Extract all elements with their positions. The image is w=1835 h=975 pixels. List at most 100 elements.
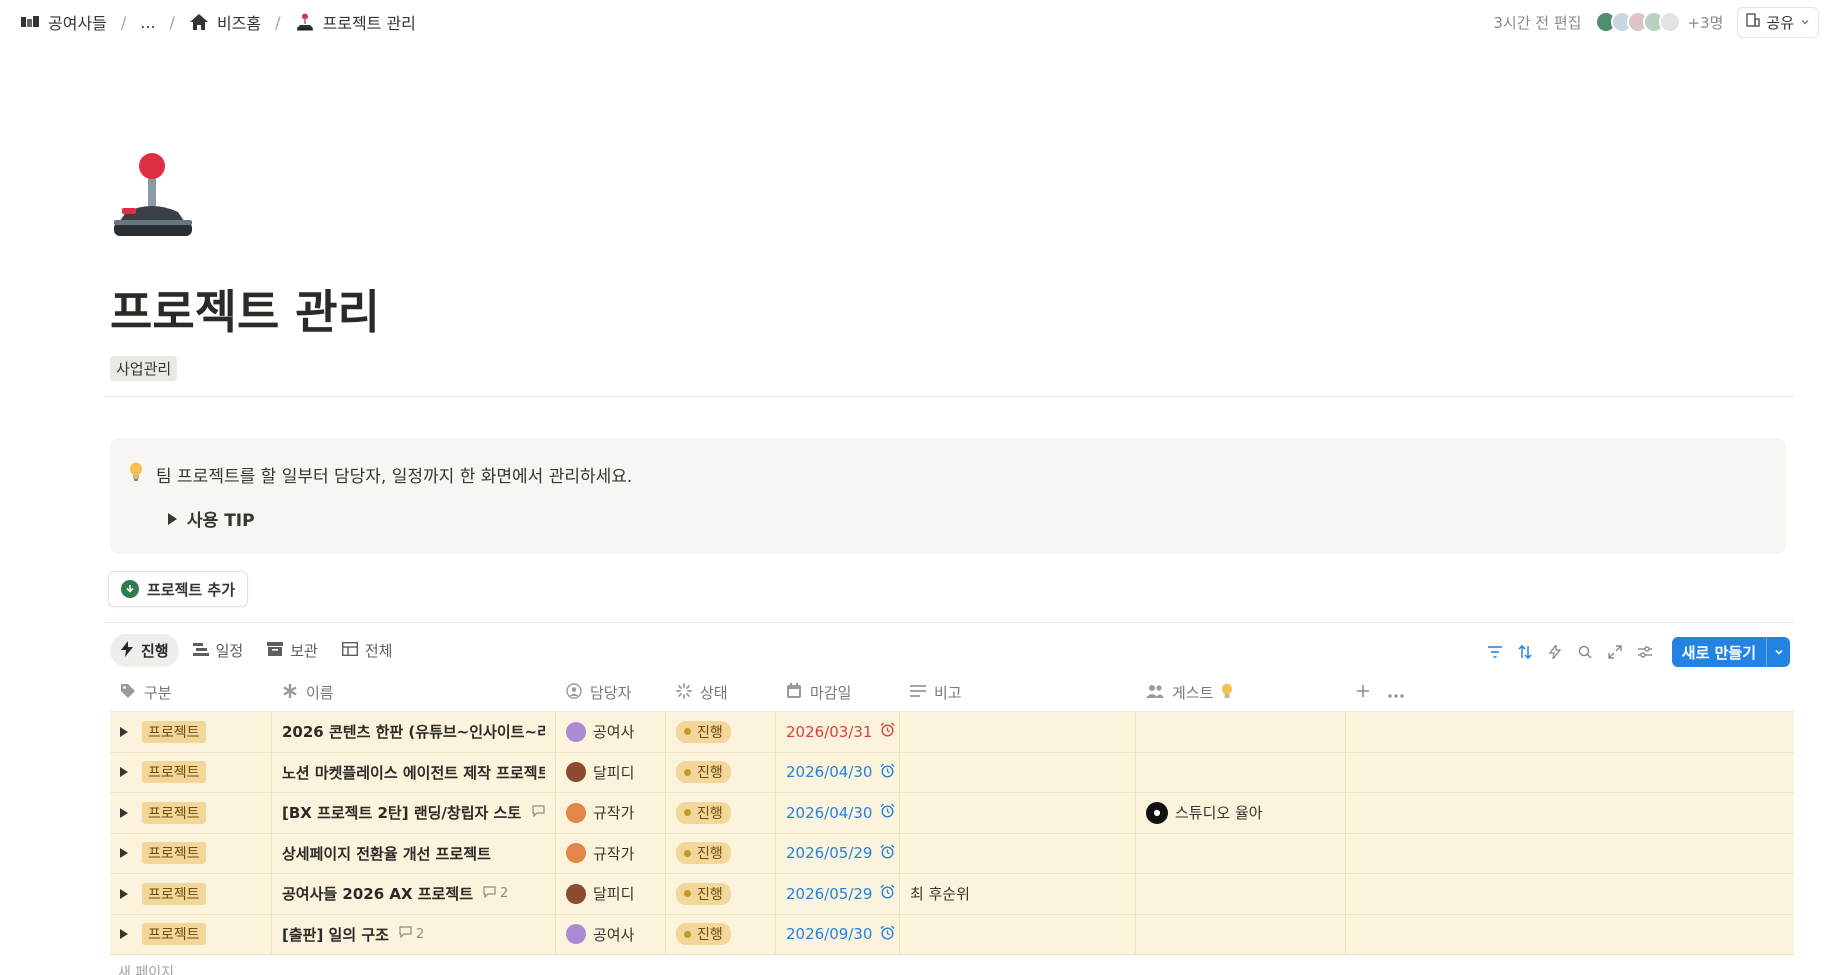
row-toggle-icon[interactable] [120,767,128,778]
cell-owner[interactable]: 공여사 [556,712,666,752]
new-button[interactable]: 새로 만들기 [1671,637,1790,667]
row-toggle-icon[interactable] [120,848,128,859]
page-tag[interactable]: 사업관리 [110,356,178,381]
settings-sliders-icon[interactable] [1636,643,1654,661]
cell-due[interactable]: 2026/05/29 [776,833,900,873]
table-row[interactable]: 프로젝트 [출판] 일의 구조 2 공여사 진행 2026/09/30 [110,914,1794,955]
cell-owner[interactable]: 달피디 [556,874,666,914]
breadcrumb-bizhome[interactable]: 비즈홈 [185,8,265,36]
cell-type[interactable]: 프로젝트 [110,914,272,954]
comment-button[interactable] [532,805,545,821]
row-toggle-icon[interactable] [120,726,128,737]
project-name[interactable]: [BX 프로젝트 2탄] 랜딩/창립자 스토리 [282,802,522,823]
more-horizontal-icon[interactable] [1388,684,1404,702]
column-header-owner[interactable]: 담당자 [556,674,666,712]
cell-due[interactable]: 2026/04/30 [776,752,900,792]
collaborator-avatars[interactable]: +3명 [1595,11,1723,33]
filter-icon[interactable] [1486,643,1504,661]
column-header-guest[interactable]: 게스트 [1136,674,1346,712]
cell-name[interactable]: [출판] 일의 구조 2 [272,914,556,954]
cell-status[interactable]: 진행 [666,874,776,914]
project-name[interactable]: 노션 마켓플레이스 에이전트 제작 프로젝트 [282,762,545,783]
cell-due[interactable]: 2026/04/30 [776,793,900,833]
cell-guest[interactable] [1136,752,1346,792]
avatar [566,721,586,742]
table-row[interactable]: 프로젝트 2026 콘텐츠 한판 (유튜브~인사이트~리더십) 공여사 진행 2… [110,712,1794,753]
column-header-name[interactable]: 이름 [272,674,556,712]
cell-note[interactable] [900,833,1136,873]
tip-toggle[interactable]: 사용 TIP [168,506,255,531]
tab-archive[interactable]: 보관 [257,634,328,667]
comment-count[interactable]: 2 [483,886,508,902]
cell-due[interactable]: 2026/05/29 [776,874,900,914]
table-row[interactable]: 프로젝트 공여사들 2026 AX 프로젝트 2 달피디 진행 2026/05/… [110,874,1794,915]
search-icon[interactable] [1576,643,1594,661]
cell-status[interactable]: 진행 [666,833,776,873]
cell-owner[interactable]: 공여사 [556,914,666,954]
cell-type[interactable]: 프로젝트 [110,752,272,792]
cell-status[interactable]: 진행 [666,712,776,752]
guest-chip[interactable]: ● 스튜디오 율아 [1146,801,1263,824]
tab-all[interactable]: 전체 [332,634,403,667]
row-toggle-icon[interactable] [120,807,128,818]
cell-note[interactable] [900,793,1136,833]
cell-note[interactable]: 최 후순위 [900,874,1136,914]
add-project-button[interactable]: 프로젝트 추가 [108,571,249,607]
cell-status[interactable]: 진행 [666,793,776,833]
cell-owner[interactable]: 규작가 [556,793,666,833]
column-header-due[interactable]: 마감일 [776,674,900,712]
cell-name[interactable]: 노션 마켓플레이스 에이전트 제작 프로젝트 [272,752,556,792]
tab-schedule[interactable]: 일정 [183,634,254,667]
add-column-plus-icon[interactable] [1356,684,1370,702]
cell-type[interactable]: 프로젝트 [110,874,272,914]
project-name[interactable]: 공여사들 2026 AX 프로젝트 [282,883,473,904]
row-toggle-icon[interactable] [120,929,128,940]
cell-guest[interactable] [1136,833,1346,873]
table-row[interactable]: 프로젝트 상세페이지 전환율 개선 프로젝트 규작가 진행 2026/05/29 [110,833,1794,874]
column-header-note[interactable]: 비고 [900,674,1136,712]
breadcrumb-workspace[interactable]: 공여사들 [16,8,111,36]
cell-guest[interactable]: ● 스튜디오 율아 [1136,793,1346,833]
automation-bolt-icon[interactable] [1546,643,1564,661]
cell-guest[interactable] [1136,712,1346,752]
cell-owner[interactable]: 규작가 [556,833,666,873]
cell-name[interactable]: 상세페이지 전환율 개선 프로젝트 [272,833,556,873]
cell-note[interactable] [900,752,1136,792]
status-dot-icon [684,728,691,736]
share-button[interactable]: 공유 [1737,6,1819,38]
cell-due[interactable]: 2026/03/31 [776,712,900,752]
project-name[interactable]: 상세페이지 전환율 개선 프로젝트 [282,843,491,864]
row-toggle-icon[interactable] [120,888,128,899]
breadcrumb-ellipsis[interactable]: ... [136,11,159,34]
new-button-label[interactable]: 새로 만들기 [1672,637,1766,667]
cell-type[interactable]: 프로젝트 [110,793,272,833]
cell-status[interactable]: 진행 [666,752,776,792]
expand-icon[interactable] [1606,643,1624,661]
cell-name[interactable]: 2026 콘텐츠 한판 (유튜브~인사이트~리더십) [272,712,556,752]
cell-guest[interactable] [1136,874,1346,914]
table-row[interactable]: 프로젝트 [BX 프로젝트 2탄] 랜딩/창립자 스토리 규작가 진행 2026… [110,793,1794,834]
cell-type[interactable]: 프로젝트 [110,833,272,873]
cell-type[interactable]: 프로젝트 [110,712,272,752]
cell-note[interactable] [900,712,1136,752]
new-page-row[interactable]: 새 페이지 [118,962,174,975]
tab-progress[interactable]: 진행 [110,634,179,667]
page-title[interactable]: 프로젝트 관리 [110,276,380,342]
sort-icon[interactable] [1516,643,1534,661]
chevron-down-icon[interactable] [1766,637,1790,667]
breadcrumb-current[interactable]: 프로젝트 관리 [291,8,420,36]
page-icon-joystick[interactable] [112,152,196,242]
cell-guest[interactable] [1136,914,1346,954]
cell-name[interactable]: 공여사들 2026 AX 프로젝트 2 [272,874,556,914]
column-header-status[interactable]: 상태 [666,674,776,712]
cell-status[interactable]: 진행 [666,914,776,954]
project-name[interactable]: [출판] 일의 구조 [282,924,389,945]
comment-count[interactable]: 2 [399,926,424,942]
cell-due[interactable]: 2026/09/30 [776,914,900,954]
column-header-type[interactable]: 구분 [110,674,272,712]
table-row[interactable]: 프로젝트 노션 마켓플레이스 에이전트 제작 프로젝트 달피디 진행 2026/… [110,752,1794,793]
cell-name[interactable]: [BX 프로젝트 2탄] 랜딩/창립자 스토리 [272,793,556,833]
cell-note[interactable] [900,914,1136,954]
cell-owner[interactable]: 달피디 [556,752,666,792]
project-name[interactable]: 2026 콘텐츠 한판 (유튜브~인사이트~리더십) [282,721,545,742]
